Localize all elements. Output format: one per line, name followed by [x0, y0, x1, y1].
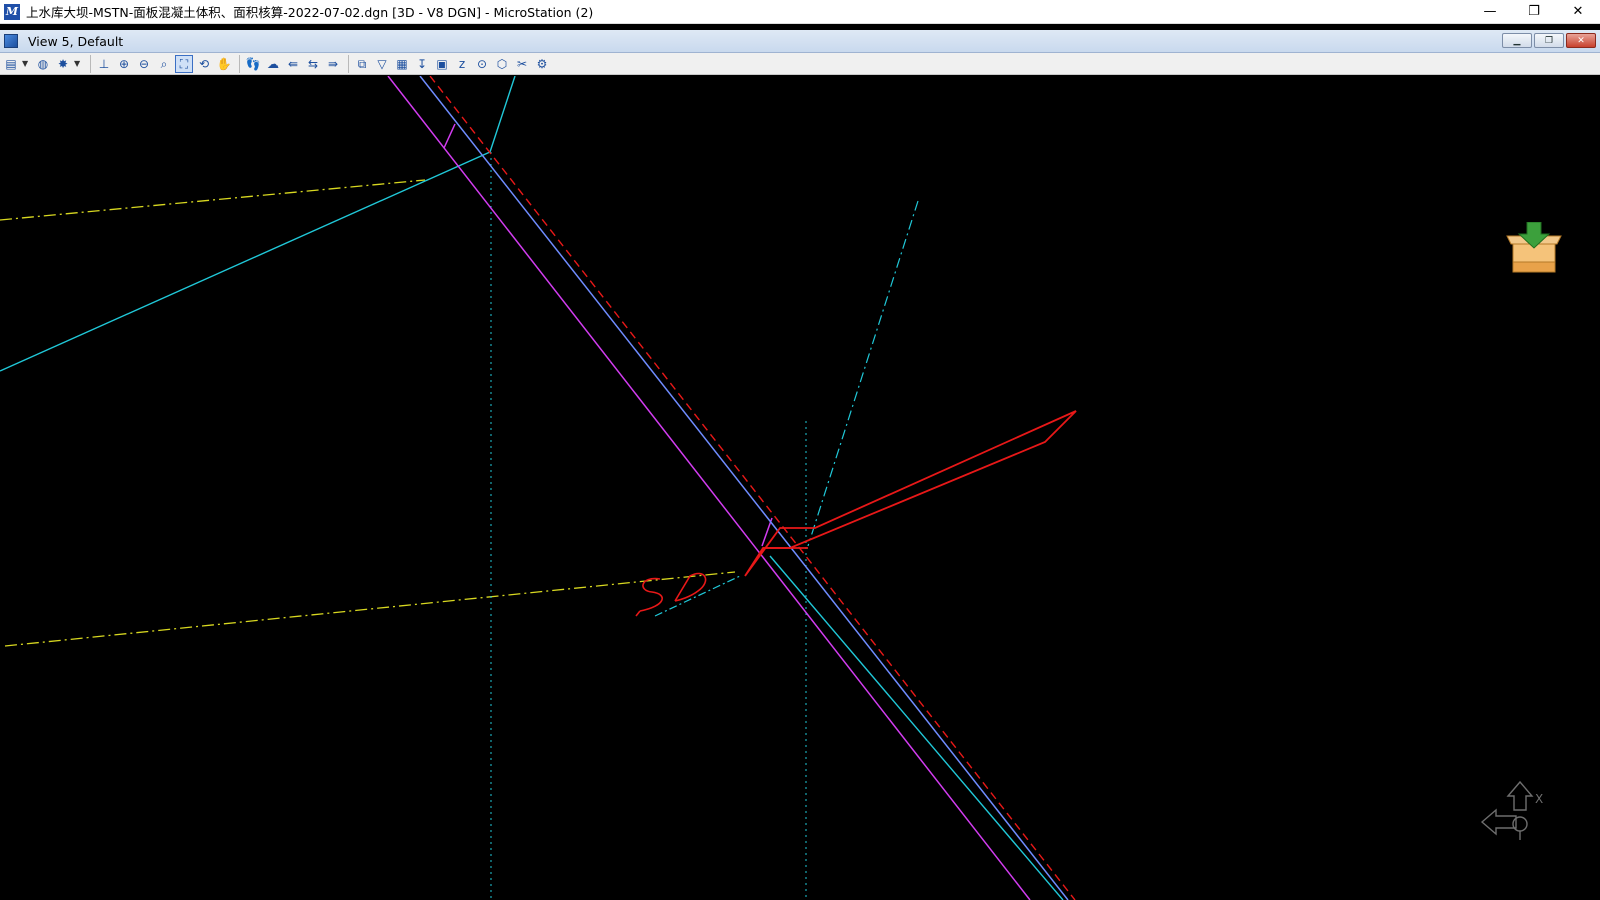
cyan-dashdot-short: [654, 575, 741, 617]
set-display-depth-icon[interactable]: z: [453, 55, 471, 73]
lighting-dropdown-icon[interactable]: ▼: [74, 59, 82, 68]
standard-views-icon[interactable]: ⬡: [493, 55, 511, 73]
view-previous-icon[interactable]: ⇚: [284, 55, 302, 73]
view-canvas[interactable]: X SD: [0, 76, 1600, 900]
cyan-dashdot-normal: [807, 200, 919, 547]
grid-icon[interactable]: ▦: [393, 55, 411, 73]
yellow-centerline-lower: [4, 571, 736, 647]
cyan-upper-segment: [489, 76, 516, 153]
change-view-perspective-icon[interactable]: ↧: [413, 55, 431, 73]
zoom-in-icon[interactable]: ⊕: [115, 55, 133, 73]
cyan-slope-line: [0, 151, 491, 372]
toolbar-separator: [90, 54, 91, 73]
view-window-icon[interactable]: [4, 34, 18, 48]
zoom-out-icon[interactable]: ⊖: [135, 55, 153, 73]
view-close-button[interactable]: ✕: [1566, 33, 1596, 48]
view-restore-button[interactable]: ❐: [1534, 33, 1564, 48]
handwritten-d-stroke: [674, 572, 707, 602]
render-icon[interactable]: ✂: [513, 55, 531, 73]
view-next-icon[interactable]: ⇆: [304, 55, 322, 73]
lighting-icon[interactable]: ✸: [54, 55, 72, 73]
view-minimize-button[interactable]: ▁: [1502, 33, 1532, 48]
fit-view-icon[interactable]: ⛶: [175, 54, 193, 73]
microstation-logo-icon: M: [4, 3, 20, 20]
toolbar-separator: [239, 54, 240, 73]
display-style-icon[interactable]: ◍: [34, 55, 52, 73]
view-attributes-dropdown-icon[interactable]: ▼: [22, 59, 30, 68]
view-rotation-cube-icon[interactable]: [1480, 776, 1560, 856]
cyan-lower-diagonal: [769, 555, 1064, 900]
view-title: View 5, Default: [28, 33, 124, 49]
window-area-icon[interactable]: ⌕: [155, 55, 173, 73]
copy-view-icon[interactable]: ⇛: [324, 55, 342, 73]
restore-button[interactable]: ❐: [1512, 0, 1556, 23]
blue-face-line: [419, 76, 1069, 900]
saved-views-icon[interactable]: ▣: [433, 55, 451, 73]
pan-view-icon[interactable]: ✋: [215, 55, 233, 73]
view-axis-label: X: [1535, 792, 1544, 806]
rotate-view-icon[interactable]: ⟲: [195, 55, 213, 73]
fly-icon[interactable]: ☁: [264, 55, 282, 73]
minimize-button[interactable]: —: [1468, 0, 1512, 23]
update-view-icon[interactable]: ⊥: [95, 55, 113, 73]
view-attributes-icon[interactable]: ▤: [2, 55, 20, 73]
camera-icon[interactable]: ⊙: [473, 55, 491, 73]
handwritten-s-stroke: [635, 577, 663, 617]
display-set-icon[interactable]: ⚙: [533, 55, 551, 73]
clip-mask-icon[interactable]: ▽: [373, 55, 391, 73]
magenta-tick-upper: [443, 123, 456, 149]
walk-icon[interactable]: 👣: [244, 55, 262, 73]
red-dashed-line: [429, 76, 1076, 900]
window-title: 上水库大坝-MSTN-面板混凝土体积、面积核算-2022-07-02.dgn […: [26, 5, 594, 20]
close-button[interactable]: ✕: [1556, 0, 1600, 23]
view-toolbar: ▤ ▼ ◍ ✸ ▼ ⊥ ⊕ ⊖ ⌕ ⛶ ⟲ ✋ 👣 ☁ ⇚ ⇆ ⇛ ⧉ ▽ ▦ …: [0, 53, 1600, 75]
yellow-centerline-upper: [0, 179, 426, 221]
clip-volume-icon[interactable]: ⧉: [353, 55, 371, 73]
view-window-header: View 5, Default ▁ ❐ ✕: [0, 30, 1600, 53]
app-title-bar: M 上水库大坝-MSTN-面板混凝土体积、面积核算-2022-07-02.dgn…: [0, 0, 1600, 24]
toolbar-separator: [348, 54, 349, 73]
import-package-icon[interactable]: [1505, 222, 1563, 276]
drawing-geometry: [0, 76, 1077, 900]
